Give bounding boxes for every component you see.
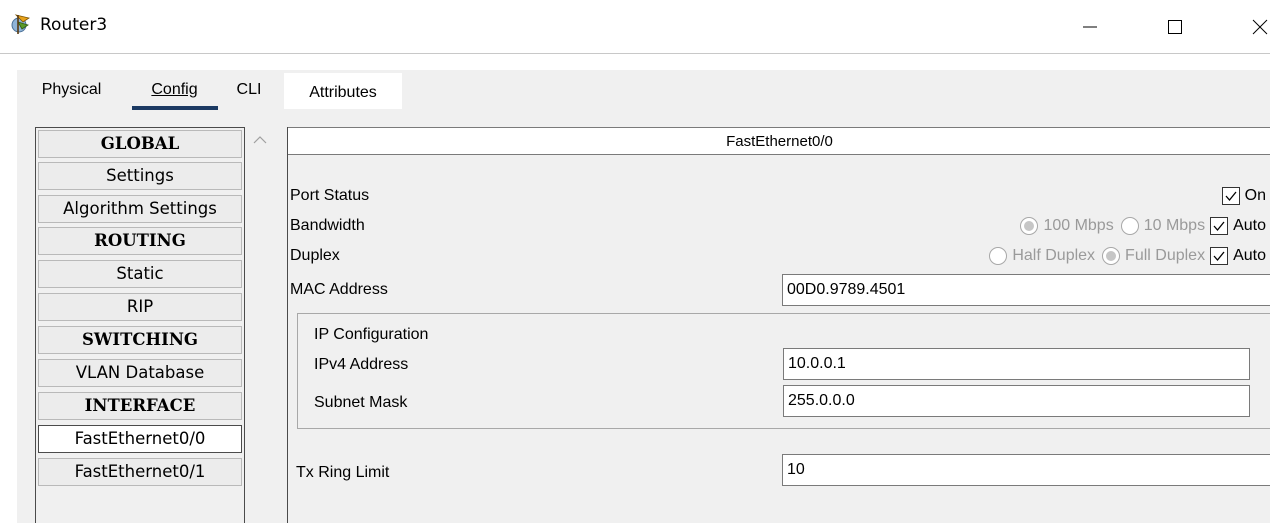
window-title: Router3 bbox=[40, 15, 108, 35]
nav-item-algorithm-settings[interactable]: Algorithm Settings bbox=[38, 195, 242, 223]
tx-ring-limit-label: Tx Ring Limit bbox=[296, 464, 390, 481]
duplex-label: Duplex bbox=[290, 247, 340, 264]
half-duplex-radio[interactable] bbox=[989, 247, 1008, 265]
close-button[interactable] bbox=[1240, 10, 1270, 44]
tx-ring-limit-field[interactable]: 10 bbox=[782, 454, 1270, 486]
nav-header-routing: ROUTING bbox=[38, 227, 242, 255]
title-bar: Router3 bbox=[0, 0, 1270, 54]
nav-item-rip[interactable]: RIP bbox=[38, 293, 242, 321]
nav-item-settings[interactable]: Settings bbox=[38, 162, 242, 190]
bandwidth-100-radio[interactable] bbox=[1020, 217, 1039, 235]
interface-config-panel: FastEthernet0/0 Port Status On Bandwidth… bbox=[287, 127, 1270, 523]
tab-bar: Physical Config CLI Attributes bbox=[17, 70, 1270, 110]
router-app-icon bbox=[10, 12, 34, 36]
bandwidth-auto-label: Auto bbox=[1233, 217, 1266, 234]
tab-physical[interactable]: Physical bbox=[29, 70, 114, 110]
port-status-label: Port Status bbox=[290, 187, 370, 204]
mac-address-field[interactable]: 00D0.9789.4501 bbox=[782, 274, 1270, 306]
mac-address-label: MAC Address bbox=[290, 281, 388, 298]
tab-cli[interactable]: CLI bbox=[229, 70, 269, 110]
tab-config-label: Config bbox=[151, 81, 198, 98]
tab-config[interactable]: Config bbox=[132, 70, 218, 110]
minimize-button[interactable] bbox=[1070, 10, 1110, 44]
close-icon bbox=[1252, 19, 1268, 35]
tab-attributes-label: Attributes bbox=[309, 84, 377, 101]
bandwidth-10-label: 10 Mbps bbox=[1143, 217, 1206, 234]
ipv4-address-field[interactable]: 10.0.0.1 bbox=[783, 348, 1250, 380]
nav-header-interface: INTERFACE bbox=[38, 392, 242, 420]
ipv4-address-label: IPv4 Address bbox=[314, 356, 409, 373]
ip-configuration-group: IP Configuration IPv4 Address 10.0.0.1 S… bbox=[297, 313, 1270, 429]
nav-item-fastethernet0-1[interactable]: FastEthernet0/1 bbox=[38, 458, 242, 486]
nav-header-switching: SWITCHING bbox=[38, 326, 242, 354]
maximize-button[interactable] bbox=[1155, 10, 1195, 44]
nav-scrollbar[interactable] bbox=[245, 127, 275, 523]
nav-header-global: GLOBAL bbox=[38, 130, 242, 158]
bandwidth-options: 100 Mbps 10 Mbps Auto bbox=[1020, 217, 1266, 235]
port-status-options: On bbox=[1221, 187, 1266, 205]
bandwidth-auto-checkbox[interactable] bbox=[1210, 217, 1229, 235]
checkmark-icon bbox=[1213, 221, 1225, 232]
active-tab-indicator bbox=[132, 106, 218, 110]
panel-title: FastEthernet0/0 bbox=[288, 127, 1270, 155]
duplex-auto-checkbox[interactable] bbox=[1210, 247, 1229, 265]
tab-physical-label: Physical bbox=[41, 81, 102, 98]
full-duplex-label: Full Duplex bbox=[1125, 247, 1206, 264]
scroll-up-arrow-icon[interactable] bbox=[251, 133, 269, 147]
bandwidth-100-label: 100 Mbps bbox=[1043, 217, 1114, 234]
ip-configuration-title: IP Configuration bbox=[314, 326, 429, 343]
port-on-checkbox[interactable] bbox=[1221, 187, 1240, 205]
subnet-mask-label: Subnet Mask bbox=[314, 394, 408, 411]
duplex-options: Half Duplex Full Duplex Auto bbox=[989, 247, 1266, 265]
half-duplex-label: Half Duplex bbox=[1012, 247, 1096, 264]
checkmark-icon bbox=[1225, 191, 1237, 202]
bandwidth-label: Bandwidth bbox=[290, 217, 365, 234]
maximize-icon bbox=[1168, 20, 1182, 34]
tab-attributes[interactable]: Attributes bbox=[283, 72, 403, 110]
full-duplex-radio[interactable] bbox=[1102, 247, 1121, 265]
minimize-icon bbox=[1083, 26, 1097, 28]
tab-cli-label: CLI bbox=[236, 81, 262, 98]
port-on-label: On bbox=[1244, 187, 1266, 204]
nav-item-fastethernet0-0[interactable]: FastEthernet0/0 bbox=[38, 425, 242, 453]
checkmark-icon bbox=[1213, 251, 1225, 262]
bandwidth-10-radio[interactable] bbox=[1120, 217, 1139, 235]
config-nav-list: GLOBAL Settings Algorithm Settings ROUTI… bbox=[35, 127, 245, 523]
duplex-auto-label: Auto bbox=[1233, 247, 1266, 264]
nav-item-static[interactable]: Static bbox=[38, 260, 242, 288]
subnet-mask-field[interactable]: 255.0.0.0 bbox=[783, 385, 1250, 417]
nav-item-vlan-database[interactable]: VLAN Database bbox=[38, 359, 242, 387]
